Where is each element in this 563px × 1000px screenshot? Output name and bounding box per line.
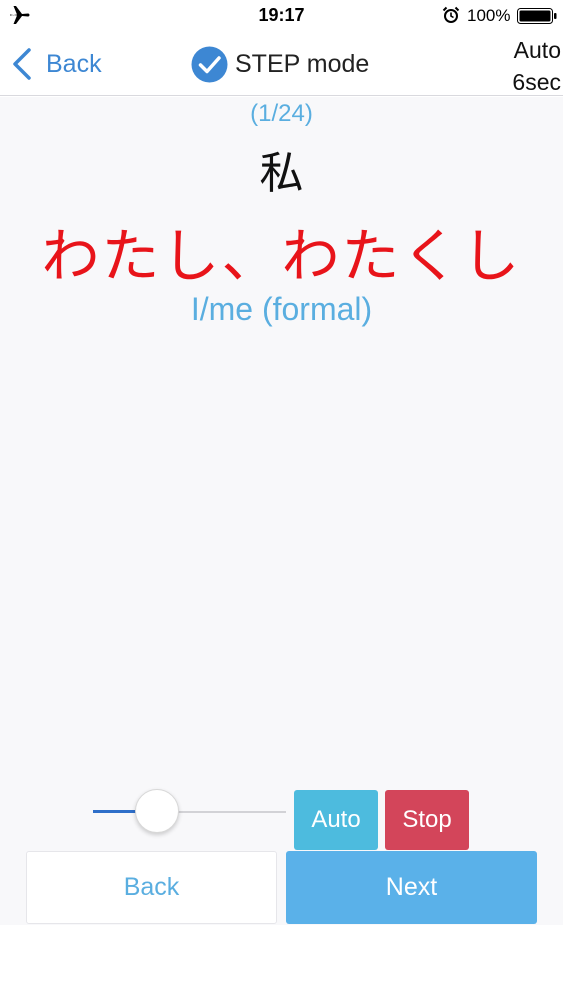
speed-slider[interactable] <box>93 787 286 837</box>
stop-button[interactable]: Stop <box>385 790 469 850</box>
card-meaning: I/me (formal) <box>190 291 373 327</box>
card-reading: わたし、わたくし <box>41 222 522 290</box>
auto-interval-button[interactable]: Auto 6sec <box>512 34 561 98</box>
card-counter: (1/24) <box>250 100 313 127</box>
auto-button[interactable]: Auto <box>294 790 378 850</box>
battery-percent: 100% <box>467 6 511 25</box>
chevron-left-icon <box>13 48 31 80</box>
back-button[interactable]: Back <box>26 851 277 924</box>
slider-thumb[interactable] <box>134 789 179 833</box>
flashcard-area: (1/24) 私 わたし、わたくし I/me (formal) Auto Sto… <box>0 97 563 925</box>
app-screen: 19:17 100% Back STEP mode Auto 6sec (1/2… <box>0 0 563 1000</box>
nav-title: STEP mode <box>235 49 370 78</box>
next-button[interactable]: Next <box>286 851 537 924</box>
card-kanji: 私 <box>259 148 304 199</box>
status-bar: 19:17 100% <box>0 0 563 32</box>
auto-interval-value: 6sec <box>512 69 561 95</box>
step-mode-toggle[interactable]: STEP mode <box>191 45 369 83</box>
battery-icon <box>517 8 557 24</box>
checkmark-circle-icon <box>191 46 228 82</box>
nav-back-button[interactable]: Back <box>10 46 102 82</box>
bottom-blank-area <box>0 925 563 1000</box>
navigation-bar: Back STEP mode Auto 6sec <box>0 32 563 96</box>
nav-back-label: Back <box>46 49 102 78</box>
alarm-icon <box>442 6 460 24</box>
auto-interval-label: Auto <box>513 37 561 63</box>
